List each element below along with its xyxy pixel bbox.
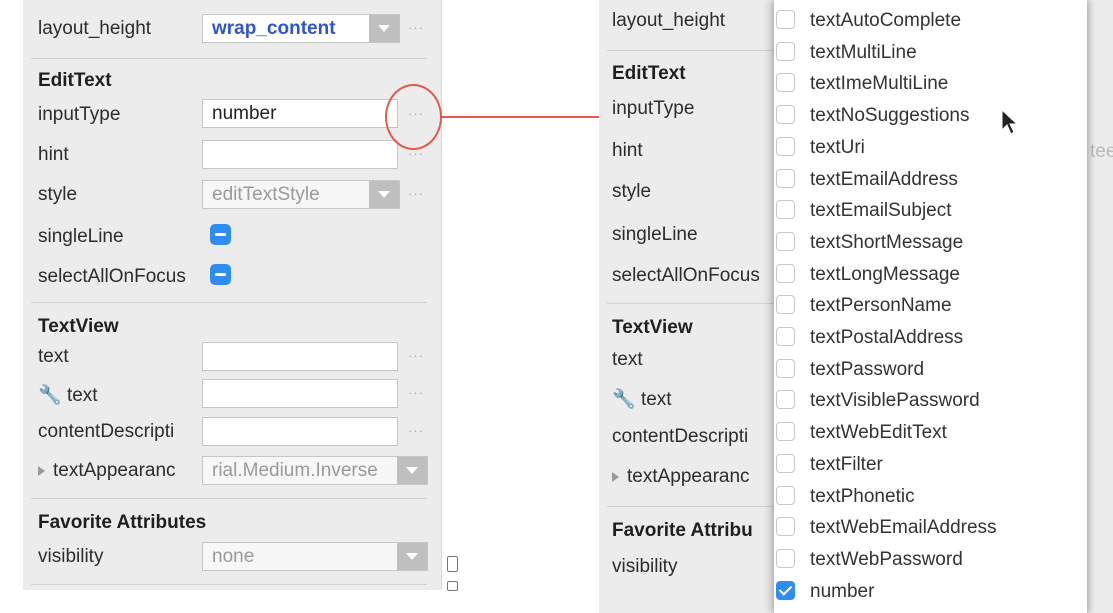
option-label: textNoSuggestions [810,105,970,127]
option-label: textShortMessage [810,231,964,253]
checkbox-icon[interactable] [776,517,795,537]
tools-text-label: 🔧 text [612,389,672,410]
wrench-icon: 🔧 [612,389,636,410]
checkbox-icon[interactable] [776,485,795,505]
option-label: textEmailSubject [810,200,952,222]
input-type-option[interactable]: textEmailAddress [776,167,958,193]
input-type-option[interactable]: textWebPassword [776,547,963,573]
single-line-label: singleLine [612,224,698,245]
option-label: textWebPassword [810,548,963,570]
input-type-option[interactable]: textPassword [776,357,925,383]
option-label: textWebEmailAddress [810,517,997,539]
input-type-option[interactable]: textAutoComplete [776,8,962,34]
input-type-option[interactable]: number [776,579,875,605]
checkbox-icon[interactable] [776,73,795,93]
input-type-option[interactable]: textLongMessage [776,262,960,288]
option-label: textFilter [810,453,883,475]
checkbox-icon[interactable] [776,200,795,220]
checkbox-icon[interactable] [776,548,795,568]
text-label: text [612,349,643,370]
input-type-option[interactable]: textUri [776,135,865,161]
option-label: textLongMessage [810,263,960,285]
checkbox-icon[interactable] [776,263,795,283]
option-label: textPassword [810,358,925,380]
checkbox-icon[interactable] [776,422,795,442]
visibility-label: visibility [612,556,678,577]
section-title-textview: TextView [612,317,693,338]
checkbox-icon[interactable] [776,136,795,156]
checkbox-icon[interactable] [776,295,795,315]
option-label: textPostalAddress [810,327,964,348]
checkbox-icon[interactable] [776,231,795,251]
checkbox-icon[interactable] [776,41,795,61]
option-label: textUri [810,136,865,158]
content-description-label: contentDescripti [612,426,749,447]
section-title-favorites: Favorite Attribu [612,520,753,541]
hint-label: hint [612,140,643,161]
checkbox-icon[interactable] [776,327,795,346]
input-type-option[interactable]: textWebEditText [776,420,947,446]
option-label: number [810,580,875,602]
option-label: textAutoComplete [810,10,962,31]
select-all-on-focus-label: selectAllOnFocus [612,265,760,286]
checkbox-icon[interactable] [776,10,795,29]
option-label: textMultiLine [810,41,917,63]
input-type-label: inputType [612,98,695,119]
input-type-option[interactable]: textShortMessage [776,230,964,256]
layout-height-label: layout_height [612,10,726,31]
checkbox-icon[interactable] [776,105,795,125]
input-type-option[interactable]: textNoSuggestions [776,103,970,129]
expand-arrow-icon[interactable] [612,471,619,482]
option-label: textPersonName [810,295,952,317]
checkbox-icon[interactable] [776,453,795,473]
input-type-option[interactable]: textEmailSubject [776,198,952,224]
style-label: style [612,181,652,202]
input-type-option[interactable]: textVisiblePassword [776,388,980,414]
option-label: textPhonetic [810,485,915,507]
truncated-text: tee [1090,141,1113,162]
checkbox-icon[interactable] [776,390,795,410]
option-label: textWebEditText [810,422,947,444]
option-label: textVisiblePassword [810,390,980,412]
input-type-option[interactable]: textImeMultiLine [776,71,949,97]
mouse-cursor-icon [1001,108,1019,135]
input-type-option[interactable]: textMultiLine [776,40,917,66]
input-type-option[interactable]: textPhonetic [776,484,915,510]
text-appearance-row[interactable]: textAppearanc [612,466,750,488]
input-type-option[interactable]: textWebEmailAddress [776,515,997,541]
section-title-edittext: EditText [612,63,686,84]
input-type-option[interactable]: textFilter [776,452,883,478]
checkbox-icon[interactable] [776,358,795,378]
checkbox-checked-icon[interactable] [776,580,795,600]
input-type-dropdown[interactable]: textAutoComplete textMultiLine textImeMult… [774,0,1087,613]
option-label: textImeMultiLine [810,73,949,95]
input-type-option[interactable]: textPostalAddress [776,325,964,351]
option-label: textEmailAddress [810,168,958,190]
input-type-option[interactable]: textPersonName [776,293,952,319]
checkbox-icon[interactable] [776,168,795,188]
